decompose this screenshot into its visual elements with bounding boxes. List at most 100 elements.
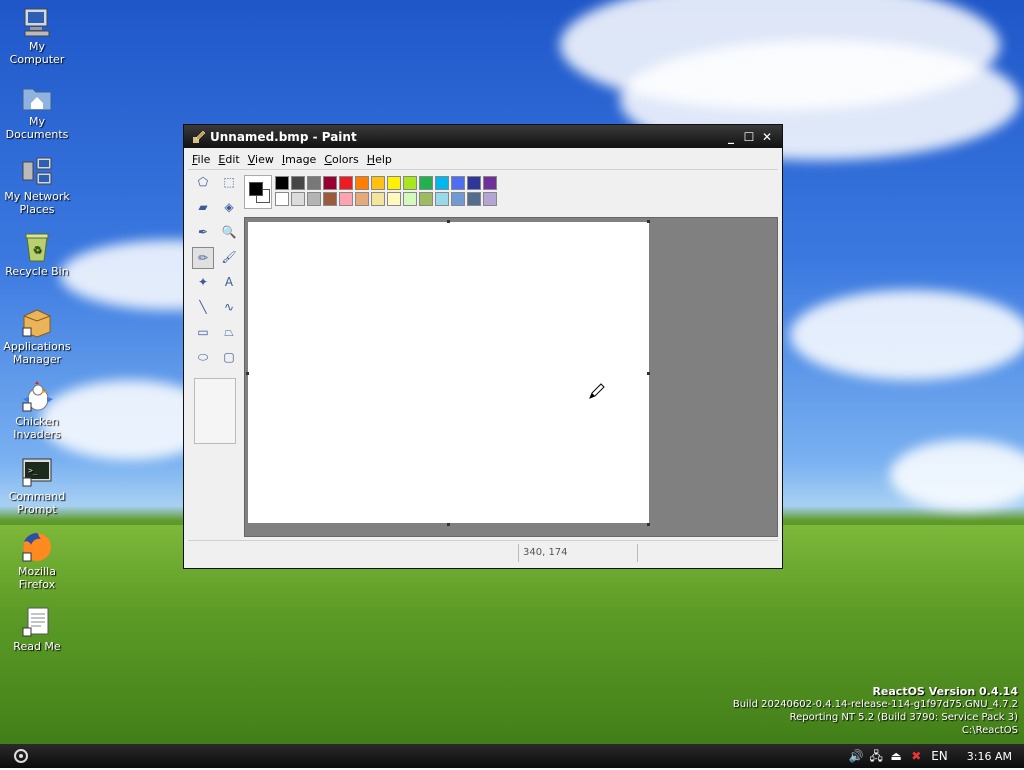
palette-color-swatch[interactable] bbox=[371, 176, 385, 190]
palette-color-swatch[interactable] bbox=[403, 192, 417, 206]
menu-edit[interactable]: Edit bbox=[214, 153, 243, 166]
usb-icon[interactable]: ⏏ bbox=[888, 748, 904, 764]
network-error-icon[interactable]: ✖ bbox=[908, 748, 924, 764]
magnifier-tool[interactable]: 🔍 bbox=[218, 222, 240, 244]
palette-color-swatch[interactable] bbox=[355, 176, 369, 190]
palette-color-swatch[interactable] bbox=[323, 176, 337, 190]
color-picker-tool[interactable]: ✒ bbox=[192, 222, 214, 244]
title-bar[interactable]: Unnamed.bmp - Paint _ ☐ ✕ bbox=[184, 125, 782, 148]
fill-tool[interactable]: ◈ bbox=[218, 197, 240, 219]
free-select-icon: ⬠ bbox=[197, 175, 209, 189]
free-select-tool[interactable]: ⬠ bbox=[192, 172, 214, 194]
language-indicator[interactable]: EN bbox=[928, 748, 951, 764]
foreground-color-swatch[interactable] bbox=[249, 182, 263, 196]
curve-icon: ∿ bbox=[223, 300, 235, 314]
menu-view[interactable]: View bbox=[244, 153, 278, 166]
ellipse-tool[interactable]: ⬭ bbox=[192, 347, 214, 369]
resize-handle[interactable] bbox=[647, 220, 650, 223]
rectangle-tool[interactable]: ▭ bbox=[192, 322, 214, 344]
palette-color-swatch[interactable] bbox=[323, 192, 337, 206]
reactos-logo-icon bbox=[14, 749, 28, 763]
palette-color-swatch[interactable] bbox=[467, 192, 481, 206]
menu-file[interactable]: File bbox=[188, 153, 214, 166]
menu-colors[interactable]: Colors bbox=[320, 153, 362, 166]
desktop-icon-command-prompt[interactable]: >_ Command Prompt bbox=[0, 456, 74, 516]
palette-color-swatch[interactable] bbox=[291, 192, 305, 206]
desktop-icon-my-computer[interactable]: My Computer bbox=[0, 6, 74, 66]
resize-handle[interactable] bbox=[447, 220, 450, 223]
desktop-icon-recycle-bin[interactable]: ♻ Recycle Bin bbox=[0, 231, 74, 278]
palette-color-swatch[interactable] bbox=[403, 176, 417, 190]
palette-color-swatch[interactable] bbox=[435, 176, 449, 190]
volume-icon[interactable]: 🔊 bbox=[848, 748, 864, 764]
clock[interactable]: 3:16 AM bbox=[967, 750, 1012, 763]
resize-handle[interactable] bbox=[447, 523, 450, 526]
ellipse-icon: ⬭ bbox=[197, 350, 209, 364]
maximize-button[interactable]: ☐ bbox=[740, 129, 758, 145]
text-tool[interactable]: A bbox=[218, 272, 240, 294]
polygon-tool[interactable]: ⏢ bbox=[218, 322, 240, 344]
desktop-icon-network-places[interactable]: My Network Places bbox=[0, 156, 74, 216]
current-colors[interactable] bbox=[244, 175, 272, 209]
brush-tool[interactable]: 🖌 bbox=[218, 247, 240, 269]
palette-color-swatch[interactable] bbox=[275, 192, 289, 206]
close-button[interactable]: ✕ bbox=[758, 129, 776, 145]
palette-color-swatch[interactable] bbox=[275, 176, 289, 190]
palette-color-swatch[interactable] bbox=[451, 192, 465, 206]
svg-text:>_: >_ bbox=[28, 466, 38, 475]
desktop-icon-my-documents[interactable]: My Documents bbox=[0, 81, 74, 141]
rounded-rect-tool[interactable]: ▢ bbox=[218, 347, 240, 369]
menu-help[interactable]: Help bbox=[363, 153, 396, 166]
desktop-icon-label: My Computer bbox=[9, 40, 65, 66]
fill-icon: ◈ bbox=[224, 200, 234, 214]
resize-handle[interactable] bbox=[647, 372, 650, 375]
palette-color-swatch[interactable] bbox=[307, 192, 321, 206]
desktop-icon-label: My Documents bbox=[5, 115, 69, 141]
curve-tool[interactable]: ∿ bbox=[218, 297, 240, 319]
desktop-icon-applications-manager[interactable]: Applications Manager bbox=[0, 306, 74, 366]
start-button[interactable] bbox=[4, 746, 38, 766]
desktop-icon-label: Chicken Invaders bbox=[13, 415, 61, 441]
pencil-tool[interactable]: ✏ bbox=[192, 247, 214, 269]
menu-image[interactable]: Image bbox=[278, 153, 320, 166]
palette-color-swatch[interactable] bbox=[339, 176, 353, 190]
chicken-icon bbox=[21, 381, 53, 413]
text-icon: A bbox=[224, 275, 234, 289]
palette-color-swatch[interactable] bbox=[467, 176, 481, 190]
palette-color-swatch[interactable] bbox=[371, 192, 385, 206]
palette-color-swatch[interactable] bbox=[387, 192, 401, 206]
resize-handle[interactable] bbox=[647, 523, 650, 526]
system-tray: 🔊 🖧 ⏏ ✖ EN 3:16 AM bbox=[846, 744, 1024, 768]
menu-bar: File Edit View Image Colors Help bbox=[188, 149, 778, 170]
desktop-icon-firefox[interactable]: Mozilla Firefox bbox=[0, 531, 74, 591]
desktop-icon-chicken-invaders[interactable]: Chicken Invaders bbox=[0, 381, 74, 441]
palette-color-swatch[interactable] bbox=[387, 176, 401, 190]
firefox-icon bbox=[21, 531, 53, 563]
eraser-tool[interactable]: ▰ bbox=[192, 197, 214, 219]
palette-color-swatch[interactable] bbox=[419, 176, 433, 190]
minimize-button[interactable]: _ bbox=[722, 129, 740, 145]
tool-options-panel[interactable] bbox=[194, 378, 236, 444]
airbrush-icon: ✦ bbox=[197, 275, 209, 289]
palette-color-swatch[interactable] bbox=[483, 176, 497, 190]
palette-color-swatch[interactable] bbox=[451, 176, 465, 190]
palette-color-swatch[interactable] bbox=[355, 192, 369, 206]
palette-color-swatch[interactable] bbox=[339, 192, 353, 206]
status-bar: 340, 174 bbox=[188, 540, 778, 565]
desktop-icon-read-me[interactable]: Read Me bbox=[0, 606, 74, 653]
line-tool[interactable]: ╲ bbox=[192, 297, 214, 319]
drawing-canvas[interactable] bbox=[248, 222, 649, 523]
desktop-icon-label: Applications Manager bbox=[3, 340, 71, 366]
palette-color-swatch[interactable] bbox=[307, 176, 321, 190]
desktop-icon-label: Read Me bbox=[13, 640, 61, 653]
palette-color-swatch[interactable] bbox=[419, 192, 433, 206]
rect-select-tool[interactable]: ⬚ bbox=[218, 172, 240, 194]
palette-color-swatch[interactable] bbox=[483, 192, 497, 206]
network-status-icon[interactable]: 🖧 bbox=[868, 748, 884, 764]
resize-handle[interactable] bbox=[246, 372, 249, 375]
palette-color-swatch[interactable] bbox=[435, 192, 449, 206]
pencil-cursor-icon bbox=[589, 383, 605, 399]
package-icon bbox=[21, 306, 53, 338]
airbrush-tool[interactable]: ✦ bbox=[192, 272, 214, 294]
palette-color-swatch[interactable] bbox=[291, 176, 305, 190]
